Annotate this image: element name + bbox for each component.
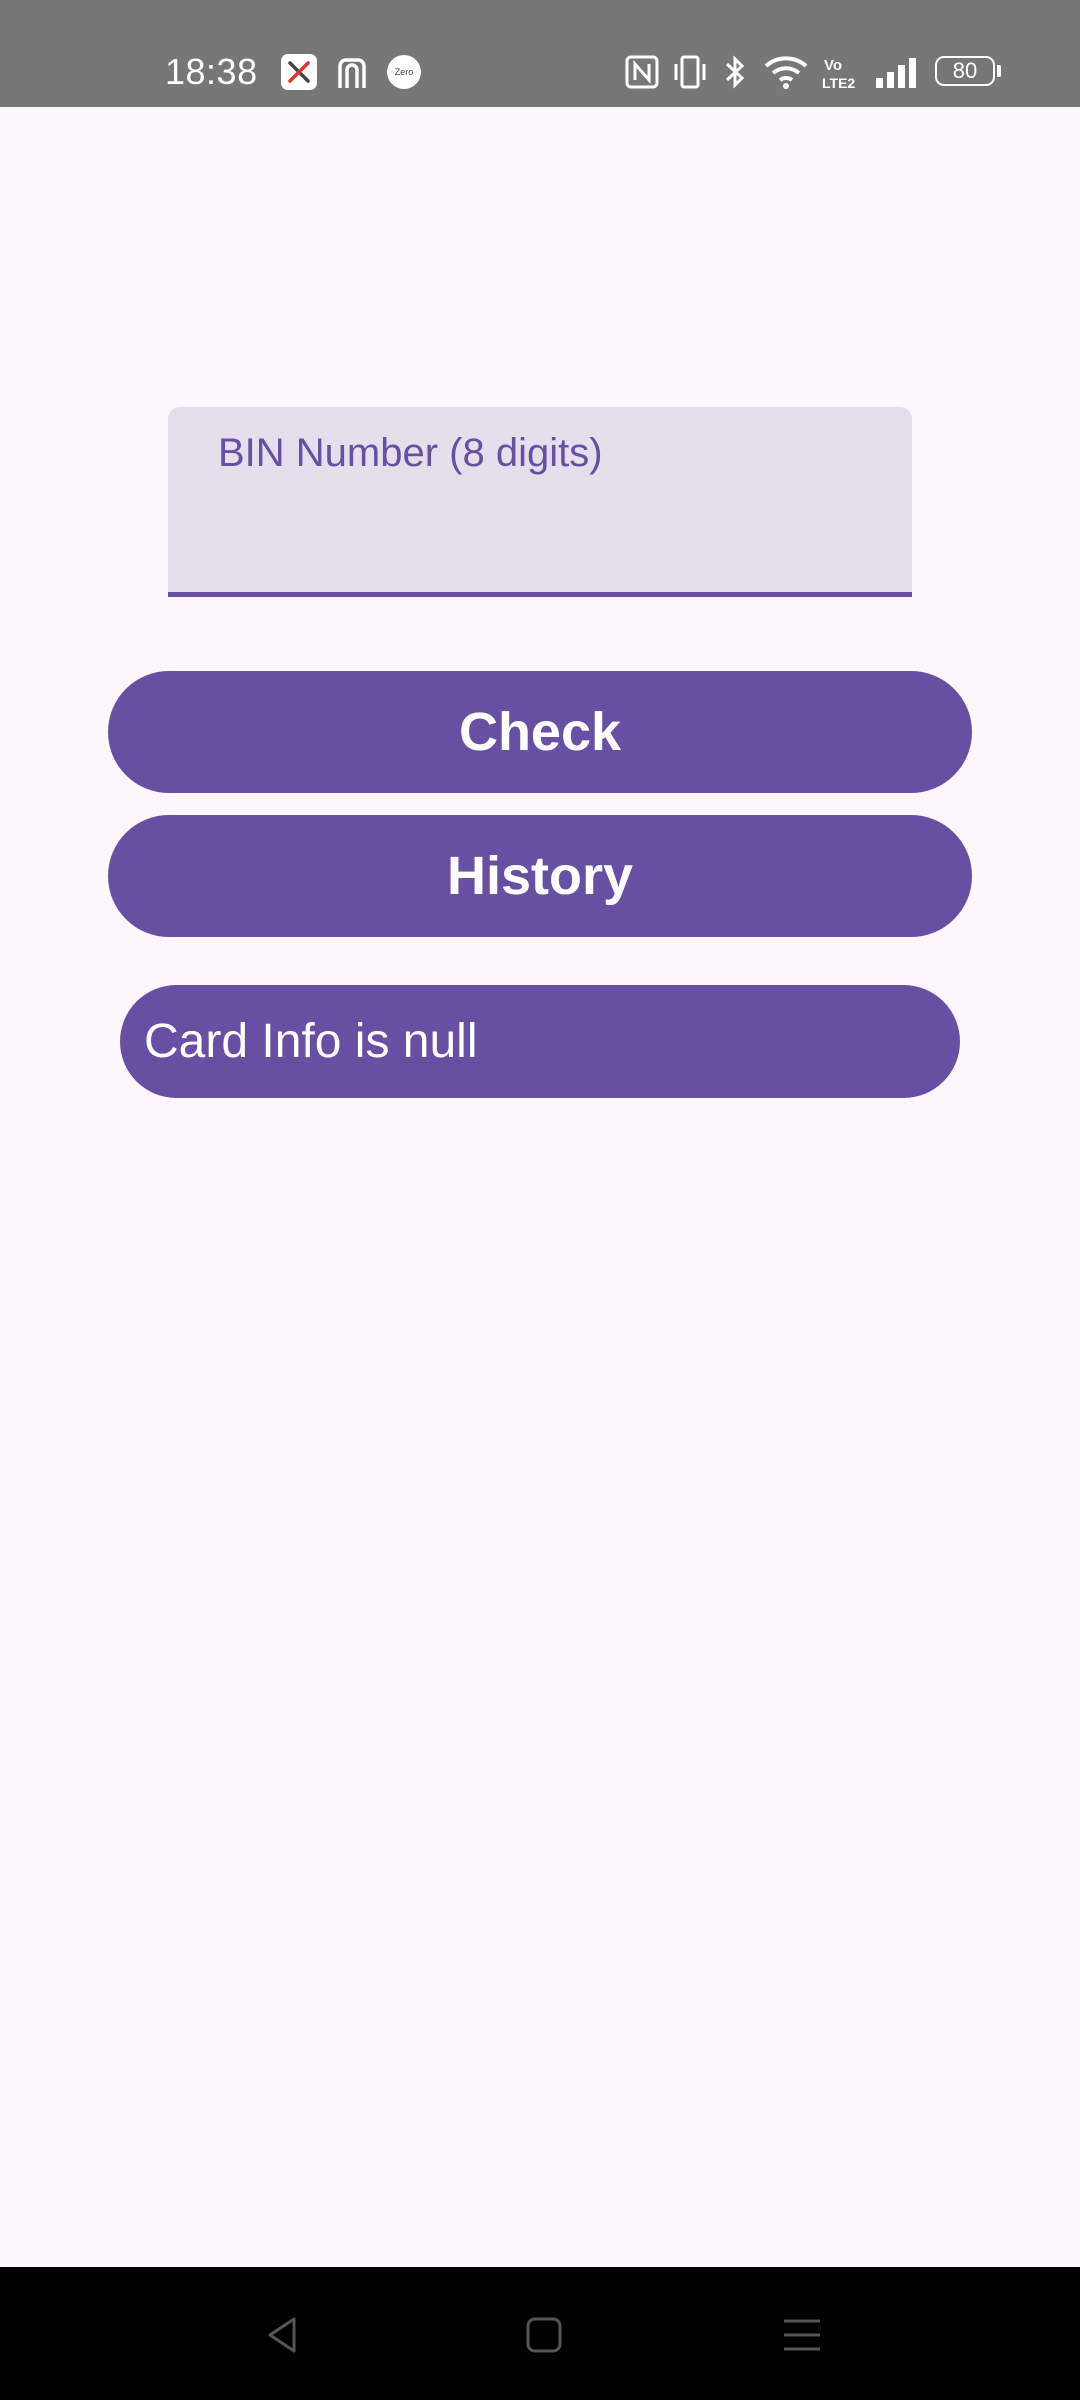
check-button[interactable]: Check xyxy=(108,671,972,793)
nfc-icon xyxy=(625,52,659,92)
wifi-icon xyxy=(762,52,810,92)
card-info-result: Card Info is null xyxy=(120,985,960,1098)
bluetooth-icon xyxy=(720,52,750,92)
vibrate-icon xyxy=(672,52,708,92)
zero-app-icon: Zero xyxy=(386,54,422,90)
bin-number-field[interactable]: BIN Number (8 digits) xyxy=(168,407,912,597)
battery-icon: 80 xyxy=(935,56,995,86)
svg-text:Vo: Vo xyxy=(824,57,842,74)
menu-icon[interactable] xyxy=(780,2313,824,2357)
shopping-bag-icon xyxy=(334,54,370,90)
app-screen: 18:38 Zero Vo LTE2 80 BIN Number (8 digi… xyxy=(0,0,1080,2400)
x-app-icon xyxy=(281,54,317,90)
battery-nub xyxy=(997,65,1001,77)
volte-icon: Vo LTE2 xyxy=(820,52,862,92)
back-icon[interactable] xyxy=(262,2313,306,2357)
zero-badge-text: Zero xyxy=(395,67,414,77)
bin-number-input[interactable] xyxy=(216,497,860,559)
history-button[interactable]: History xyxy=(108,815,972,937)
status-time: 18:38 xyxy=(165,51,258,92)
signal-icon xyxy=(874,52,920,92)
svg-text:LTE2: LTE2 xyxy=(822,75,855,91)
status-bar: 18:38 Zero Vo LTE2 80 xyxy=(0,0,1080,107)
home-icon[interactable] xyxy=(522,2313,566,2357)
bin-number-label: BIN Number (8 digits) xyxy=(218,431,603,475)
